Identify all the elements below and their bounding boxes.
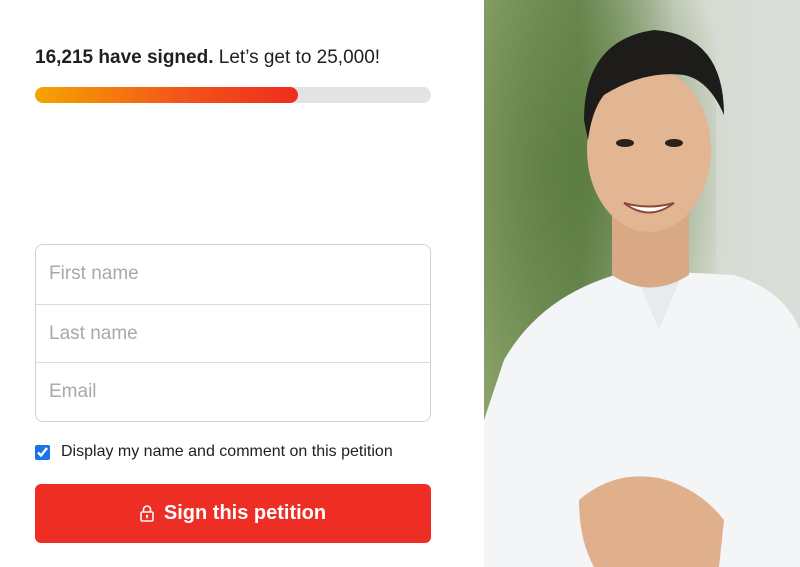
email-input[interactable] <box>36 362 430 422</box>
petition-panel: 16,215 have signed. Let’s get to 25,000!… <box>0 0 484 567</box>
signature-count-headline: 16,215 have signed. Let’s get to 25,000! <box>35 47 380 69</box>
signed-count: 16,215 have signed. <box>35 47 214 68</box>
last-name-input[interactable] <box>36 303 430 363</box>
display-consent-checkbox[interactable] <box>35 444 50 460</box>
first-name-input[interactable] <box>36 245 430 304</box>
signature-progress-fill <box>35 87 299 103</box>
display-consent-label[interactable]: Display my name and comment on this peti… <box>61 443 393 461</box>
sign-petition-label: Sign this petition <box>163 502 327 524</box>
supporter-photo <box>484 0 800 567</box>
display-consent-row: Display my name and comment on this peti… <box>35 443 393 461</box>
signature-progress-bar <box>35 87 431 103</box>
lock-icon <box>140 505 154 522</box>
sign-petition-button[interactable]: Sign this petition <box>35 484 431 543</box>
goal-text: Let’s get to 25,000! <box>218 47 381 68</box>
signup-form <box>35 244 431 423</box>
